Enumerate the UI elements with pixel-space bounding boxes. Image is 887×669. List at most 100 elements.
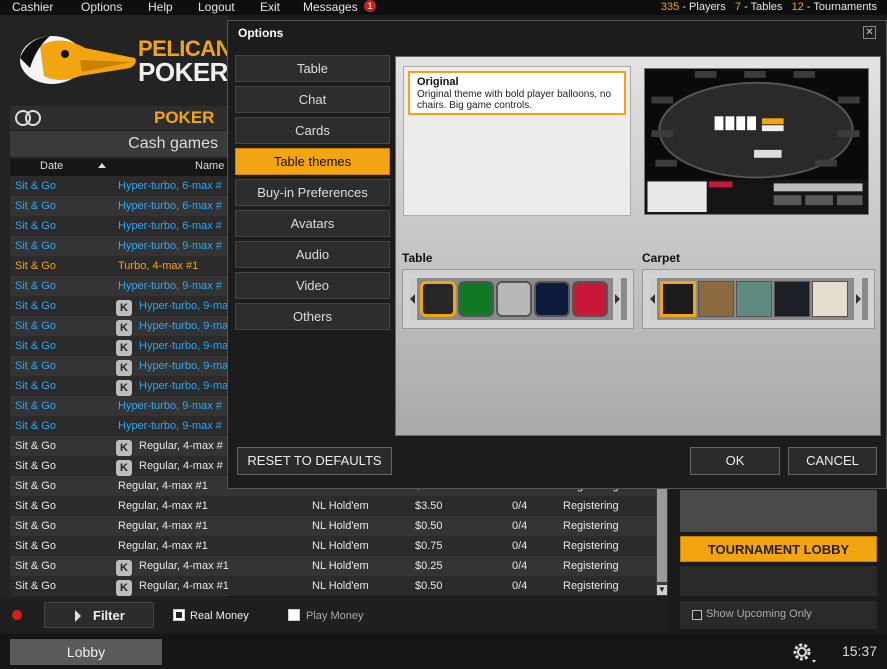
nav-others[interactable]: Others: [235, 303, 390, 330]
row-name: Hyper-turbo, 9-max #: [118, 280, 222, 292]
row-game: NL Hold'em: [312, 520, 369, 532]
header-date[interactable]: Date: [40, 160, 63, 172]
status-dot-icon: [12, 610, 22, 620]
dialog-title: Options: [238, 26, 284, 40]
row-name: Turbo, 4-max #1: [118, 260, 199, 272]
k-icon: K: [116, 440, 132, 456]
row-date: Sit & Go: [15, 500, 56, 512]
table-swatch[interactable]: [420, 281, 456, 317]
row-date: Sit & Go: [15, 440, 56, 452]
header-name[interactable]: Name: [195, 160, 224, 172]
carpet-prev-arrow-icon[interactable]: [649, 278, 657, 320]
ok-button[interactable]: OK: [690, 447, 780, 475]
theme-description: Original theme with bold player balloons…: [417, 89, 611, 111]
gear-icon[interactable]: [790, 640, 816, 664]
row-status: Registering: [563, 580, 619, 592]
play-triangle-icon: [75, 610, 81, 622]
row-date: Sit & Go: [15, 380, 56, 392]
scrollbar-thumb[interactable]: [657, 486, 667, 582]
menu-options[interactable]: Options: [81, 0, 122, 14]
nav-buyin-preferences[interactable]: Buy-in Preferences: [235, 179, 390, 206]
row-name: Regular, 4-max #: [139, 460, 223, 472]
row-name: Regular, 4-max #1: [118, 500, 208, 512]
theme-preview: [644, 68, 869, 215]
row-name: Hyper-turbo, 9-ma: [139, 380, 229, 392]
row-buyin: $0.50: [415, 520, 443, 532]
k-icon: K: [116, 320, 132, 336]
table-row[interactable]: Sit & Go Regular, 4-max #1 NL Hold'em $0.50…: [10, 516, 656, 536]
cancel-button[interactable]: CANCEL: [788, 447, 877, 475]
table-themes-panel: Original Original theme with bold player…: [395, 56, 881, 436]
carpet-swatch[interactable]: [774, 281, 810, 317]
carpet-picker: [642, 269, 875, 329]
table-prev-arrow-icon[interactable]: [409, 278, 417, 320]
row-status: Registering: [563, 560, 619, 572]
carpet-swatch[interactable]: [660, 281, 696, 317]
table-swatch[interactable]: [496, 281, 532, 317]
row-buyin: $0.25: [415, 560, 443, 572]
table-row[interactable]: Sit & Go K Regular, 4-max #1 NL Hold'em $0.5…: [10, 576, 656, 596]
row-name: Hyper-turbo, 6-max #: [118, 200, 222, 212]
list-scrollbar[interactable]: ▼: [656, 486, 668, 596]
row-status: Registering: [563, 540, 619, 552]
row-date: Sit & Go: [15, 400, 56, 412]
sort-up-icon[interactable]: [98, 163, 106, 168]
menu-exit[interactable]: Exit: [260, 0, 280, 14]
table-row[interactable]: Sit & Go Regular, 4-max #1 NL Hold'em $0.75…: [10, 536, 656, 556]
filter-button[interactable]: Filter: [44, 602, 154, 628]
chips-icon: [15, 110, 41, 126]
show-upcoming-checkbox[interactable]: [692, 610, 702, 620]
options-dialog: Options ✕ Table Chat Cards Table themes …: [227, 20, 887, 489]
cash-games-bar[interactable]: Cash games: [10, 131, 228, 157]
menu-bar: Cashier Options Help Logout Exit Message…: [0, 0, 887, 15]
carpet-swatch[interactable]: [698, 281, 734, 317]
row-date: Sit & Go: [15, 340, 56, 352]
nav-table[interactable]: Table: [235, 55, 390, 82]
row-date: Sit & Go: [15, 320, 56, 332]
row-players: 0/4: [512, 500, 528, 512]
tournaments-label: - Tournaments: [803, 1, 877, 13]
real-money-label: Real Money: [190, 610, 249, 622]
row-date: Sit & Go: [15, 260, 56, 272]
row-date: Sit & Go: [15, 560, 56, 572]
table-swatch[interactable]: [534, 281, 570, 317]
nav-video[interactable]: Video: [235, 272, 390, 299]
row-name: Hyper-turbo, 9-max #: [118, 400, 222, 412]
real-money-checkbox[interactable]: [173, 609, 185, 621]
table-row[interactable]: Sit & Go K Regular, 4-max #1 NL Hold'em $0.2…: [10, 556, 656, 576]
tournament-lobby-button[interactable]: TOURNAMENT LOBBY: [680, 536, 877, 562]
table-row[interactable]: Sit & Go Regular, 4-max #1 NL Hold'em $3.50…: [10, 496, 656, 516]
row-date: Sit & Go: [15, 360, 56, 372]
theme-item-original[interactable]: Original Original theme with bold player…: [408, 71, 626, 115]
row-buyin: $3.50: [415, 500, 443, 512]
nav-cards[interactable]: Cards: [235, 117, 390, 144]
row-game: NL Hold'em: [312, 580, 369, 592]
play-money-checkbox[interactable]: [288, 609, 300, 621]
table-swatch[interactable]: [572, 281, 608, 317]
tables-label: - Tables: [741, 1, 783, 13]
carpet-next-arrow-icon[interactable]: [854, 278, 862, 320]
clock: 15:37: [841, 643, 877, 659]
poker-section-bar: POKER: [10, 106, 228, 130]
menu-help[interactable]: Help: [148, 0, 173, 14]
nav-table-themes[interactable]: Table themes: [235, 148, 390, 175]
row-status: Registering: [563, 520, 619, 532]
nav-chat[interactable]: Chat: [235, 86, 390, 113]
menu-cashier[interactable]: Cashier: [12, 0, 53, 14]
menu-logout[interactable]: Logout: [198, 0, 235, 14]
logo-text-poker: POKER: [138, 57, 228, 87]
carpet-swatch[interactable]: [736, 281, 772, 317]
table-next-arrow-icon[interactable]: [613, 278, 621, 320]
poker-title: POKER: [154, 108, 215, 127]
close-icon[interactable]: ✕: [863, 26, 876, 39]
lobby-button[interactable]: Lobby: [10, 639, 162, 665]
nav-audio[interactable]: Audio: [235, 241, 390, 268]
menu-messages[interactable]: Messages: [303, 0, 358, 14]
reset-defaults-button[interactable]: RESET TO DEFAULTS: [237, 447, 392, 475]
table-swatch[interactable]: [458, 281, 494, 317]
k-icon: K: [116, 360, 132, 376]
scroll-down-icon[interactable]: ▼: [657, 585, 667, 595]
carpet-swatch[interactable]: [812, 281, 848, 317]
row-date: Sit & Go: [15, 420, 56, 432]
nav-avatars[interactable]: Avatars: [235, 210, 390, 237]
